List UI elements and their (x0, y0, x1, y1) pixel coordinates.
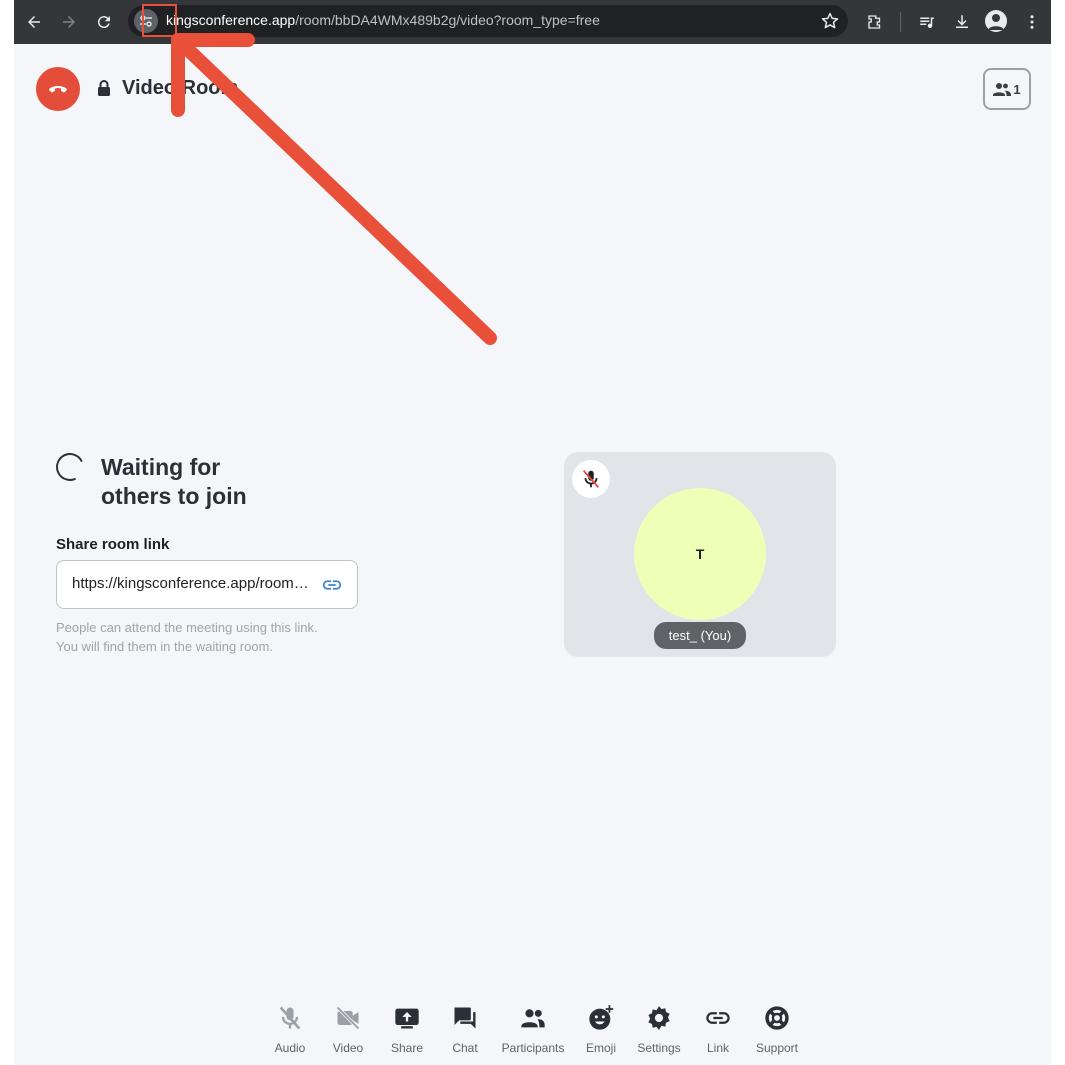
support-label: Support (755, 1041, 799, 1055)
download-icon (956, 15, 968, 28)
url-text[interactable]: kingsconference.app/room/bbDA4WMx489b2g/… (166, 12, 600, 28)
screen-share-icon (395, 1008, 419, 1029)
lock-icon (98, 80, 110, 96)
hang-up-icon (49, 86, 67, 93)
url-host: kingsconference.app (166, 12, 296, 28)
annotation-highlight-box (142, 4, 177, 37)
address-bar[interactable]: kingsconference.app/room/bbDA4WMx489b2g/… (128, 5, 848, 37)
share-link-field[interactable]: https://kingsconference.app/room/bbDA4WM… (56, 560, 358, 609)
toolbar-divider (900, 12, 901, 32)
participant-name-tag: test_ (You) (654, 622, 746, 649)
app-window: kingsconference.app/room/bbDA4WMx489b2g/… (14, 0, 1051, 1065)
muted-indicator (572, 460, 610, 498)
forward-button[interactable] (57, 10, 81, 34)
share-help-line-2: You will find them in the waiting room. (56, 639, 274, 654)
people-icon (521, 1009, 545, 1028)
url-path: /room/bbDA4WMx489b2g/video?room_type=fre… (295, 12, 600, 28)
forward-arrow-icon (63, 16, 75, 28)
share-link-value[interactable]: https://kingsconference.app/room/bbDA4WM… (72, 575, 312, 592)
person-icon (988, 14, 1004, 30)
participants-label: Participants (501, 1041, 565, 1055)
reload-icon (97, 16, 110, 29)
support-button[interactable]: Support (742, 1004, 812, 1060)
mic-off-icon (582, 470, 600, 488)
participants-count-button[interactable]: 1 (983, 68, 1031, 110)
waiting-line-1: Waiting for (101, 454, 221, 480)
people-icon (993, 83, 1012, 96)
waiting-line-2: others to join (101, 483, 247, 509)
puzzle-icon (868, 15, 881, 29)
share-help-line-1: People can attend the meeting using this… (56, 620, 318, 635)
extensions-button[interactable] (863, 10, 887, 34)
participant-avatar: T (634, 488, 766, 620)
back-button[interactable] (22, 10, 46, 34)
downloads-button[interactable] (950, 10, 974, 34)
end-call-button[interactable] (36, 67, 80, 111)
participants-button[interactable]: Participants (498, 1004, 568, 1060)
chat-label: Chat (452, 1041, 478, 1055)
participant-video-tile: T test_ (You) (564, 452, 836, 657)
share-help-text: People can attend the meeting using this… (56, 618, 318, 656)
reload-button[interactable] (92, 10, 116, 34)
profile-avatar[interactable] (985, 10, 1007, 32)
browser-menu-button[interactable] (1020, 10, 1044, 34)
gear-icon (648, 1006, 670, 1030)
chat-button[interactable]: Chat (430, 1004, 500, 1060)
mic-off-icon (279, 1006, 301, 1030)
lifebuoy-icon (765, 1006, 789, 1030)
link-icon (706, 1012, 730, 1024)
playlist-icon (920, 17, 934, 29)
loading-spinner-icon (52, 449, 88, 485)
copy-link-icon[interactable] (321, 574, 343, 596)
back-arrow-icon (28, 16, 40, 28)
more-vert-icon (1030, 15, 1034, 29)
emoji-icon (589, 1005, 614, 1030)
waiting-message: Waiting for others to join (101, 453, 247, 511)
participant-count: 1 (1013, 81, 1021, 97)
share-room-link-label: Share room link (56, 536, 170, 553)
camera-off-icon (336, 1006, 360, 1030)
bookmark-star-icon[interactable] (820, 11, 840, 31)
room-title: Video Room (122, 77, 239, 99)
chat-icon (454, 1007, 476, 1029)
media-controls-button[interactable] (915, 10, 939, 34)
